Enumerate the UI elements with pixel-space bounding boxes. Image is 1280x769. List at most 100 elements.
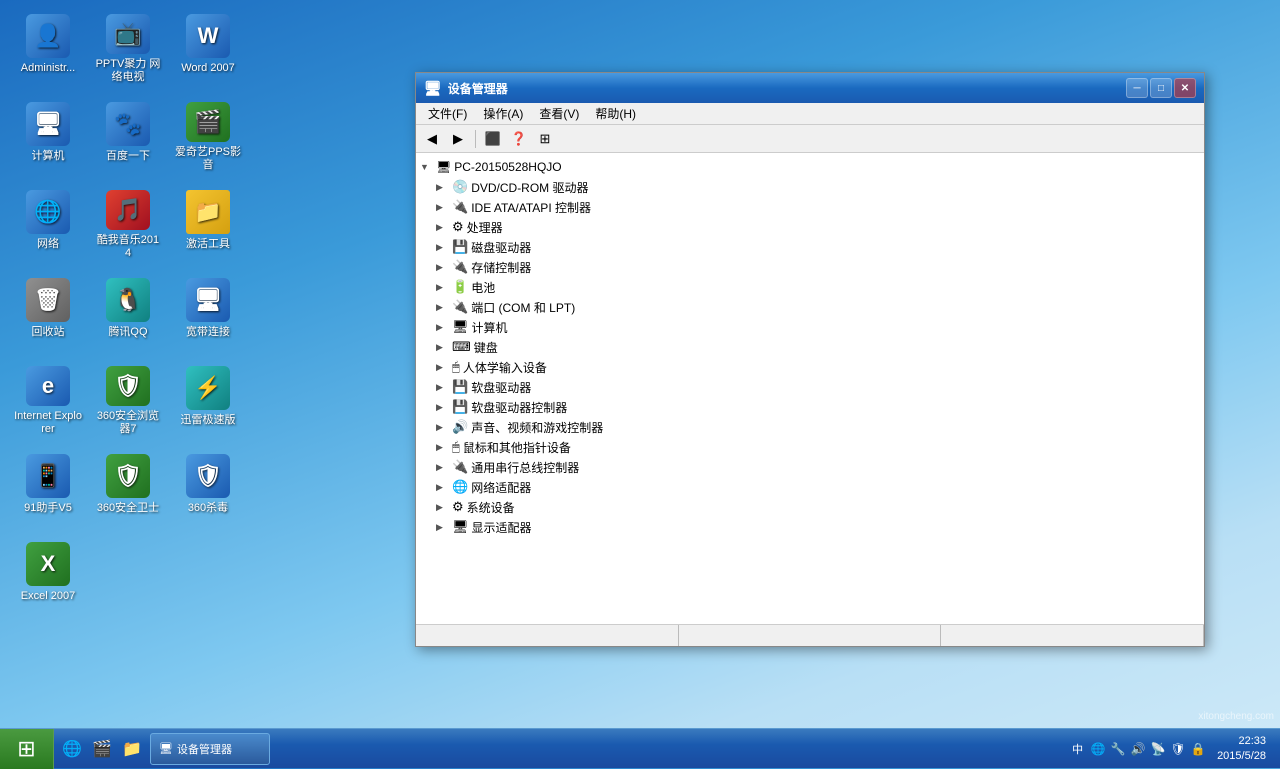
tree-item-9[interactable]: ▶🖱人体学输入设备 bbox=[416, 357, 1204, 377]
desktop-icon-excel2007[interactable]: XExcel 2007 bbox=[10, 536, 86, 618]
tree-expand-12[interactable]: ▶ bbox=[436, 422, 452, 433]
toolbar-back[interactable]: ◀ bbox=[420, 128, 444, 150]
desktop-icon-network[interactable]: 🌐网络 bbox=[10, 184, 86, 266]
tree-icon-12: 🔊 bbox=[452, 419, 468, 435]
clock[interactable]: 22:33 2015/5/28 bbox=[1211, 734, 1272, 763]
tree-expand-16[interactable]: ▶ bbox=[436, 502, 452, 513]
tree-expand-13[interactable]: ▶ bbox=[436, 442, 452, 453]
tree-label-14: 通用串行总线控制器 bbox=[471, 459, 579, 476]
toolbar-stop[interactable]: ⬛ bbox=[481, 128, 505, 150]
tree-item-11[interactable]: ▶💾软盘驱动器控制器 bbox=[416, 397, 1204, 417]
word2007-icon: W bbox=[186, 14, 230, 58]
desktop-icon-thunder[interactable]: ⚡迅雷极速版 bbox=[170, 360, 246, 442]
tree-expand-4[interactable]: ▶ bbox=[436, 262, 452, 273]
tray-icon-settings[interactable]: 🔧 bbox=[1109, 740, 1127, 758]
admin-label: Administr... bbox=[21, 62, 75, 75]
tray-icon-wifi[interactable]: 📡 bbox=[1149, 740, 1167, 758]
tray-icon-shield[interactable]: 🛡 bbox=[1169, 740, 1187, 758]
tree-pane[interactable]: ▼🖥PC-20150528HQJO▶💿DVD/CD-ROM 驱动器▶🔌IDE A… bbox=[416, 153, 1204, 624]
toolbar-forward[interactable]: ▶ bbox=[446, 128, 470, 150]
lang-indicator[interactable]: 中 bbox=[1068, 741, 1087, 757]
close-button[interactable]: ✕ bbox=[1174, 78, 1196, 98]
computer-icon: 🖥 bbox=[26, 102, 70, 146]
tree-expand-5[interactable]: ▶ bbox=[436, 282, 452, 293]
status-section-1 bbox=[416, 625, 679, 646]
desktop-icon-active[interactable]: 📁激活工具 bbox=[170, 184, 246, 266]
window-title-icon: 🖥 bbox=[424, 80, 442, 97]
tree-item-1[interactable]: ▶🔌IDE ATA/ATAPI 控制器 bbox=[416, 197, 1204, 217]
tree-item-5[interactable]: ▶🔋电池 bbox=[416, 277, 1204, 297]
desktop-icon-recycle[interactable]: 🗑回收站 bbox=[10, 272, 86, 354]
desktop-icon-ie[interactable]: eInternet Explorer bbox=[10, 360, 86, 442]
tray-icon-volume[interactable]: 🔊 bbox=[1129, 740, 1147, 758]
tree-expand-0[interactable]: ▶ bbox=[436, 182, 452, 193]
desktop-icon-360browser[interactable]: 🛡360安全浏览器7 bbox=[90, 360, 166, 442]
tree-item-0[interactable]: ▶💿DVD/CD-ROM 驱动器 bbox=[416, 177, 1204, 197]
tree-icon-4: 🔌 bbox=[452, 259, 468, 275]
tree-item-16[interactable]: ▶⚙系统设备 bbox=[416, 497, 1204, 517]
menu-file[interactable]: 文件(F) bbox=[420, 103, 475, 124]
tree-item-15[interactable]: ▶🌐网络适配器 bbox=[416, 477, 1204, 497]
tree-item-12[interactable]: ▶🔊声音、视频和游戏控制器 bbox=[416, 417, 1204, 437]
tree-expand-2[interactable]: ▶ bbox=[436, 222, 452, 233]
tree-expand-15[interactable]: ▶ bbox=[436, 482, 452, 493]
tree-item-6[interactable]: ▶🔌端口 (COM 和 LPT) bbox=[416, 297, 1204, 317]
recycle-label: 回收站 bbox=[32, 326, 65, 339]
tree-item-13[interactable]: ▶🖱鼠标和其他指针设备 bbox=[416, 437, 1204, 457]
menu-help[interactable]: 帮助(H) bbox=[587, 103, 644, 124]
tray-icon-network[interactable]: 🌐 bbox=[1089, 740, 1107, 758]
desktop-icon-broadband[interactable]: 🖥宽带连接 bbox=[170, 272, 246, 354]
tree-expand-10[interactable]: ▶ bbox=[436, 382, 452, 393]
tree-expand-7[interactable]: ▶ bbox=[436, 322, 452, 333]
desktop-icon-qq[interactable]: 🐧腾讯QQ bbox=[90, 272, 166, 354]
taskbar-icon-media[interactable]: 🎬 bbox=[88, 735, 116, 763]
tree-expand-6[interactable]: ▶ bbox=[436, 302, 452, 313]
toolbar-view[interactable]: ⊞ bbox=[533, 128, 557, 150]
tree-expand-3[interactable]: ▶ bbox=[436, 242, 452, 253]
system-tray: 中 🌐 🔧 🔊 📡 🛡 🔒 bbox=[1068, 740, 1207, 758]
taskbar-icon-ie[interactable]: 🌐 bbox=[58, 735, 86, 763]
tree-expand-11[interactable]: ▶ bbox=[436, 402, 452, 413]
tree-expand-9[interactable]: ▶ bbox=[436, 362, 452, 373]
tree-item-7[interactable]: ▶🖥计算机 bbox=[416, 317, 1204, 337]
desktop-icon-aiqiyi[interactable]: 🎬爱奇艺PPS影音 bbox=[170, 96, 246, 178]
tree-expand-1[interactable]: ▶ bbox=[436, 202, 452, 213]
menu-view[interactable]: 查看(V) bbox=[531, 103, 587, 124]
desktop-icon-pptv[interactable]: 📺PPTV聚力 网络电视 bbox=[90, 8, 166, 90]
tree-item-2[interactable]: ▶⚙处理器 bbox=[416, 217, 1204, 237]
assist91-label: 91助手V5 bbox=[24, 502, 72, 515]
desktop-icon-word2007[interactable]: WWord 2007 bbox=[170, 8, 246, 90]
tree-expand-14[interactable]: ▶ bbox=[436, 462, 452, 473]
desktop-icon-360guard[interactable]: 🛡360安全卫士 bbox=[90, 448, 166, 530]
minimize-button[interactable]: ─ bbox=[1126, 78, 1148, 98]
desktop-icon-360kill[interactable]: 🛡360杀毒 bbox=[170, 448, 246, 530]
desktop-icon-assist91[interactable]: 📱91助手V5 bbox=[10, 448, 86, 530]
tree-item-4[interactable]: ▶🔌存储控制器 bbox=[416, 257, 1204, 277]
tray-icon-security[interactable]: 🔒 bbox=[1189, 740, 1207, 758]
desktop-icon-baidu[interactable]: 🐾百度一下 bbox=[90, 96, 166, 178]
desktop-icon-admin[interactable]: 👤Administr... bbox=[10, 8, 86, 90]
taskbar-active-task[interactable]: 🖥 设备管理器 bbox=[150, 733, 270, 765]
tree-item-8[interactable]: ▶⌨键盘 bbox=[416, 337, 1204, 357]
tree-item-14[interactable]: ▶🔌通用串行总线控制器 bbox=[416, 457, 1204, 477]
tree-expand-17[interactable]: ▶ bbox=[436, 522, 452, 533]
tree-icon-9: 🖱 bbox=[452, 359, 460, 375]
360guard-label: 360安全卫士 bbox=[97, 502, 159, 515]
tree-root[interactable]: ▼🖥PC-20150528HQJO bbox=[416, 157, 1204, 177]
tree-expand-root[interactable]: ▼ bbox=[420, 162, 436, 172]
start-button[interactable]: ⊞ bbox=[0, 729, 54, 769]
toolbar-separator-1 bbox=[475, 130, 476, 148]
taskbar-icon-folder[interactable]: 📁 bbox=[118, 735, 146, 763]
menu-action[interactable]: 操作(A) bbox=[475, 103, 531, 124]
status-section-3 bbox=[941, 625, 1204, 646]
maximize-button[interactable]: □ bbox=[1150, 78, 1172, 98]
tree-item-10[interactable]: ▶💾软盘驱动器 bbox=[416, 377, 1204, 397]
toolbar: ◀ ▶ ⬛ ❓ ⊞ bbox=[416, 125, 1204, 153]
toolbar-help[interactable]: ❓ bbox=[507, 128, 531, 150]
tree-item-17[interactable]: ▶🖥显示适配器 bbox=[416, 517, 1204, 537]
tree-expand-8[interactable]: ▶ bbox=[436, 342, 452, 353]
desktop-icon-kuwo[interactable]: 🎵酷我音乐2014 bbox=[90, 184, 166, 266]
tree-item-3[interactable]: ▶💾磁盘驱动器 bbox=[416, 237, 1204, 257]
desktop-icon-computer[interactable]: 🖥计算机 bbox=[10, 96, 86, 178]
window-content: ▼🖥PC-20150528HQJO▶💿DVD/CD-ROM 驱动器▶🔌IDE A… bbox=[416, 153, 1204, 624]
